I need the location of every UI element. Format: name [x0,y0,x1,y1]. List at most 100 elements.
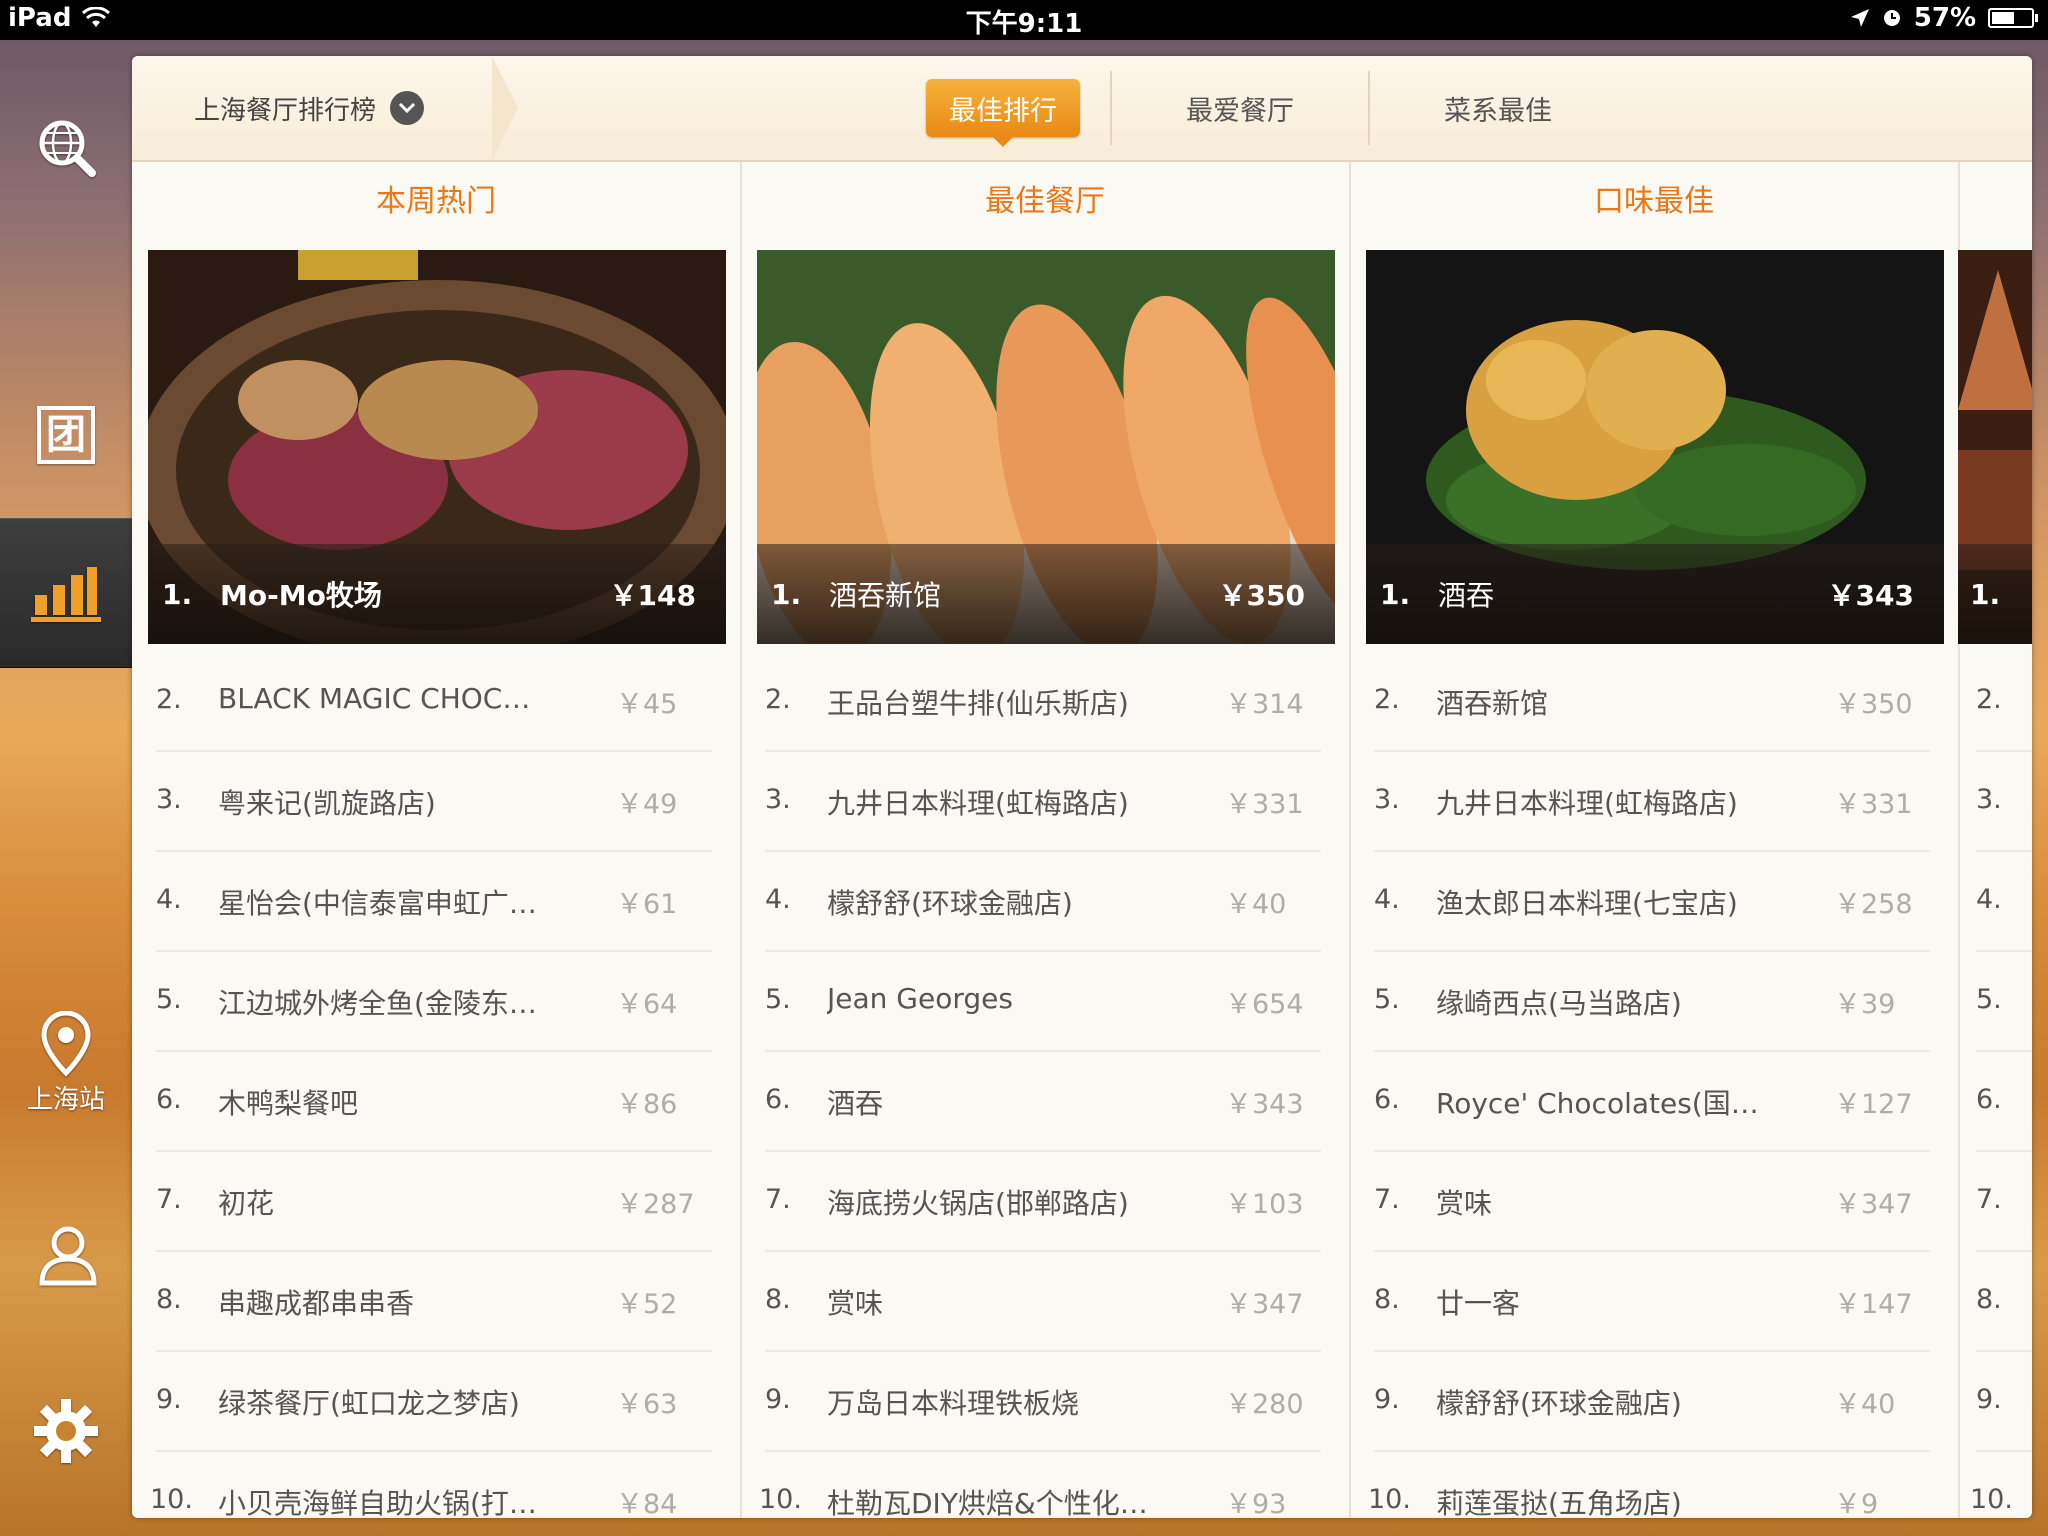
rank: 5. [1374,984,1400,1015]
gear-icon [34,1399,98,1463]
sidebar: 团 上海站 [0,40,132,1536]
ranking-list: 2. 酒吞新馆 ￥350 3. 九井日本料理(虹梅路店) ￥331 4. 渔太郎日本料理(… [1368,652,1930,1518]
sidebar-item-settings[interactable] [0,1356,132,1506]
sidebar-item-profile[interactable] [0,1180,132,1330]
restaurant-name: 酒吞 [827,1087,884,1120]
list-item[interactable]: 10. 杜勒瓦DIY烘焙&个性化… ￥93 [759,1452,1321,1518]
restaurant-name: 串趣成都串串香 [218,1287,415,1320]
sidebar-item-city[interactable]: 上海站 [0,988,132,1138]
list-item[interactable]: 9. 绿茶餐厅(虹口龙之梦店) ￥63 [156,1352,712,1452]
sidebar-item-search[interactable] [0,72,132,222]
list-item[interactable]: 2. BLACK MAGIC CHOC… ￥45 [156,652,712,752]
rank: 3. [1976,784,2002,815]
rank: 4. [156,884,182,915]
price: ￥347 [1225,1289,1304,1320]
list-item[interactable]: 4. 渔太郎日本料理(七宝店) ￥258 [1374,852,1930,952]
rank: 9. [156,1384,182,1415]
list-item[interactable]: 6. 酒吞 ￥343 [765,1052,1321,1152]
ranking-chart-icon [31,567,101,622]
price: ￥52 [616,1289,678,1320]
rank: 6. [1374,1084,1400,1115]
list-item[interactable]: 3. 九井日本料理(虹梅路店) ￥331 [765,752,1321,852]
list-item[interactable]: 10. [1970,1452,2032,1518]
hero-rank: 1. [771,577,802,611]
list-item[interactable]: 7. 赏味 ￥347 [1374,1152,1930,1252]
ranking-columns: 本周热门 1. Mo-Mo牧场 ￥148 2. BLACK MAGIC CHOC… [132,162,2032,1518]
list-item[interactable]: 8. 赏味 ￥347 [765,1252,1321,1352]
list-item[interactable]: 5. 江边城外烤全鱼(金陵东… ￥64 [156,952,712,1052]
list-item[interactable]: 3. 九井日本料理(虹梅路店) ￥331 [1374,752,1930,852]
list-item[interactable]: 6. [1976,1052,2032,1152]
restaurant-name: 酒吞新馆 [1436,687,1549,720]
battery-level [1992,12,2014,24]
tab-best-by-cuisine[interactable]: 菜系最佳 [1400,79,1596,137]
list-item[interactable]: 3. [1976,752,2032,852]
price: ￥347 [1834,1189,1913,1220]
list-item[interactable]: 5. 缘崎西点(马当路店) ￥39 [1374,952,1930,1052]
list-item[interactable]: 10. 莉莲蛋挞(五角场店) ￥9 [1368,1452,1930,1518]
sidebar-item-group-buy[interactable]: 团 [0,360,132,510]
tab-favorite-restaurants[interactable]: 最爱餐厅 [1142,79,1338,137]
restaurant-name: 杜勒瓦DIY烘焙&个性化… [827,1487,1148,1518]
hero-card[interactable]: 1. 酒吞 ￥343 [1366,250,1944,644]
list-item[interactable]: 2. 酒吞新馆 ￥350 [1374,652,1930,752]
list-item[interactable]: 4. 檬舒舒(环球金融店) ￥40 [765,852,1321,952]
list-item[interactable]: 6. Royce' Chocolates(国… ￥127 [1374,1052,1930,1152]
price: ￥280 [1225,1389,1304,1420]
list-item[interactable]: 9. 檬舒舒(环球金融店) ￥40 [1374,1352,1930,1452]
price: ￥331 [1834,789,1913,820]
price: ￥49 [616,789,678,820]
hero-card[interactable]: 1. 酒吞新馆 ￥350 [757,250,1335,644]
list-item[interactable]: 7. 初花 ￥287 [156,1152,712,1252]
price: ￥40 [1834,1389,1896,1420]
rank: 4. [1976,884,2002,915]
list-item[interactable]: 5. Jean Georges ￥654 [765,952,1321,1052]
location-arrow-icon [1850,9,1869,27]
list-item[interactable]: 9. 万岛日本料理铁板烧 ￥280 [765,1352,1321,1452]
rank: 7. [1976,1184,2002,1215]
price: ￥343 [1225,1089,1304,1120]
list-item[interactable]: 4. 星怡会(中信泰富申虹广… ￥61 [156,852,712,952]
ranking-list: 2. 3. 4. 5. 6. 7. 8. 9. 10. [1970,652,2032,1518]
list-item[interactable]: 7. 海底捞火锅店(邯郸路店) ￥103 [765,1152,1321,1252]
list-item[interactable]: 9. [1976,1352,2032,1452]
battery-percent: 57% [1913,3,1976,33]
list-item[interactable]: 3. 粤来记(凯旋路店) ￥49 [156,752,712,852]
price: ￥61 [616,889,678,920]
list-item[interactable]: 8. 串趣成都串串香 ￥52 [156,1252,712,1352]
hero-card[interactable]: 1. [1958,250,2032,644]
rank: 7. [156,1184,182,1215]
restaurant-name: 廿一客 [1436,1287,1521,1320]
list-item[interactable]: 10. 小贝壳海鲜自助火锅(打… ￥84 [150,1452,712,1518]
price: ￥40 [1225,889,1287,920]
price: ￥84 [616,1489,678,1518]
list-item[interactable]: 5. [1976,952,2032,1052]
column-title: 本周热门 [376,184,496,219]
hero-caption: 1. Mo-Mo牧场 ￥148 [148,544,726,644]
rank: 6. [765,1084,791,1115]
hero-card[interactable]: 1. Mo-Mo牧场 ￥148 [148,250,726,644]
ranking-list: 2. 王品台塑牛排(仙乐斯店) ￥314 3. 九井日本料理(虹梅路店) ￥331 4.… [759,652,1321,1518]
clock-lock-icon [1883,10,1900,26]
list-item[interactable]: 8. [1976,1252,2032,1352]
hero-caption: 1. 酒吞新馆 ￥350 [757,544,1335,644]
rank: 2. [1976,684,2002,715]
restaurant-name: 王品台塑牛排(仙乐斯店) [827,687,1129,720]
column-weekly-hot: 本周热门 1. Mo-Mo牧场 ￥148 2. BLACK MAGIC CHOC… [132,162,742,1518]
rank: 3. [156,784,182,815]
list-item[interactable]: 6. 木鸭梨餐吧 ￥86 [156,1052,712,1152]
column-peek[interactable]: 1. 2. 3. 4. 5. 6. 7. 8. 9. 10. [1958,162,2032,1518]
list-item[interactable]: 7. [1976,1152,2032,1252]
sidebar-item-ranking[interactable] [0,518,132,668]
price: ￥331 [1225,789,1304,820]
restaurant-name: 赏味 [1436,1187,1493,1220]
rank: 2. [156,684,182,715]
tab-best-ranking[interactable]: 最佳排行 [926,79,1080,147]
list-item[interactable]: 8. 廿一客 ￥147 [1374,1252,1930,1352]
list-item[interactable]: 4. [1976,852,2032,952]
list-item[interactable]: 2. [1976,652,2032,752]
price: ￥93 [1225,1489,1287,1518]
rank: 7. [765,1184,791,1215]
city-ranking-dropdown[interactable]: 上海餐厅排行榜 [132,56,518,160]
list-item[interactable]: 2. 王品台塑牛排(仙乐斯店) ￥314 [765,652,1321,752]
